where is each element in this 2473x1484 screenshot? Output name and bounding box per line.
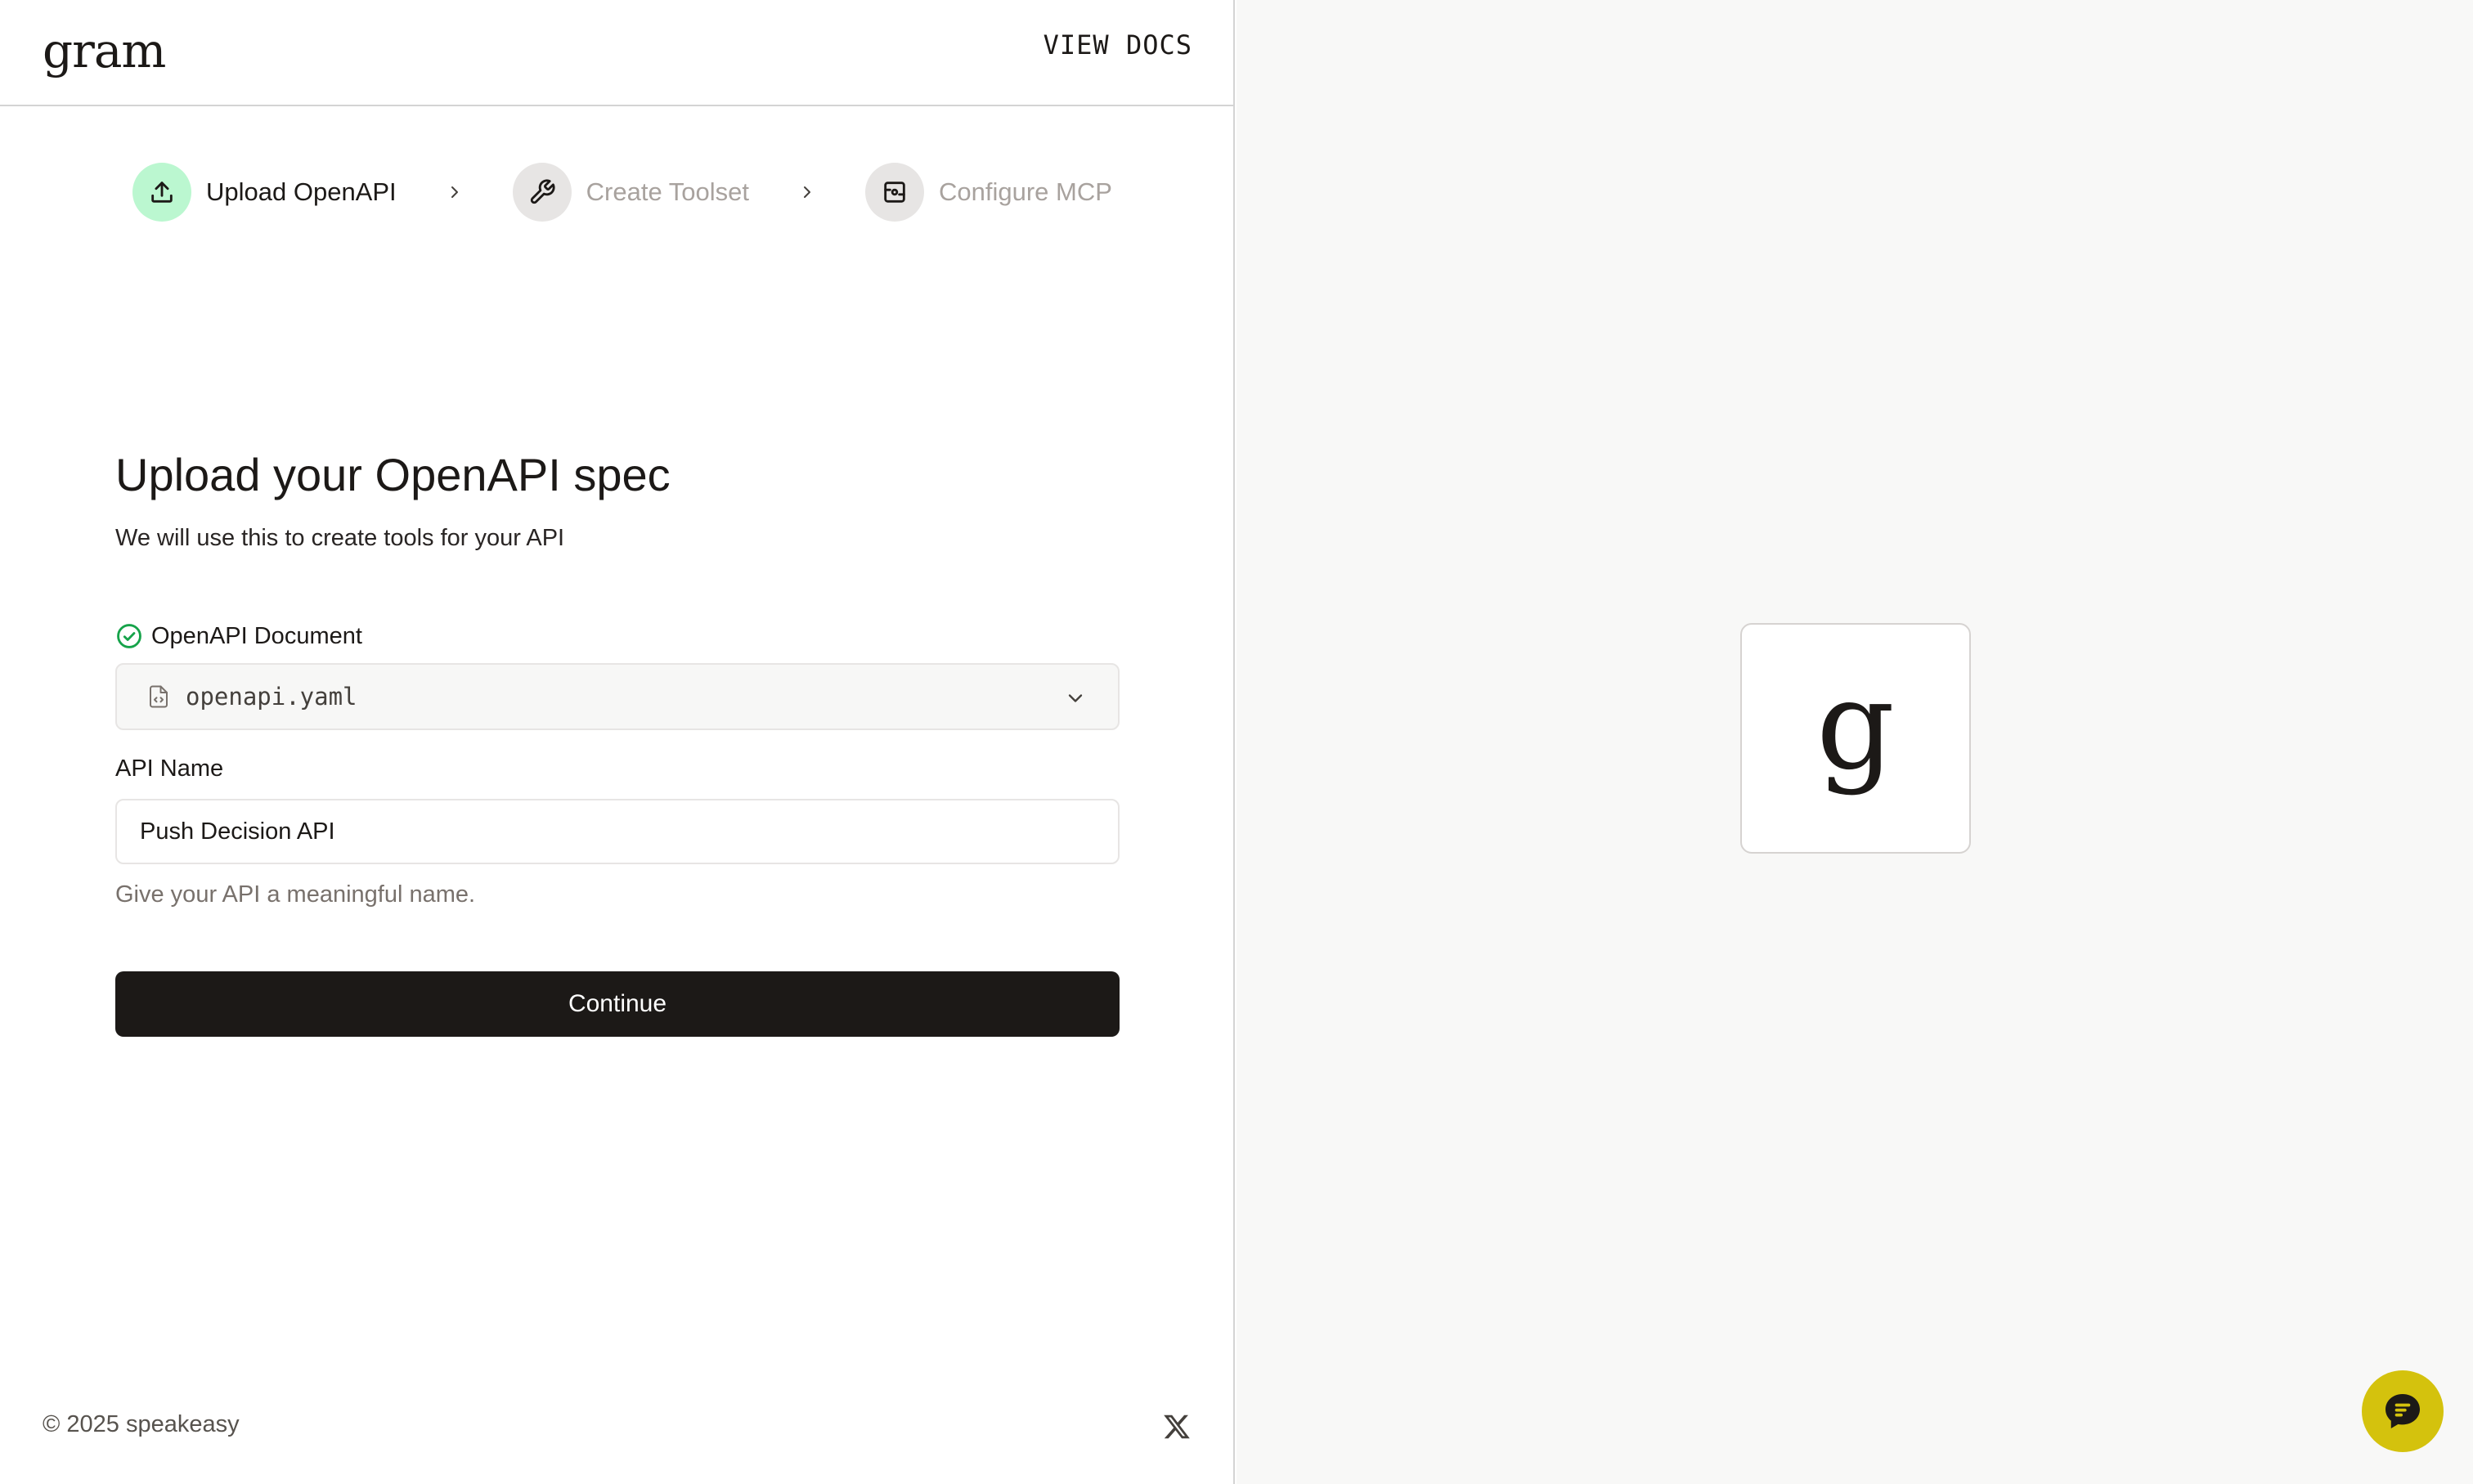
- gram-logo[interactable]: gram: [43, 18, 166, 83]
- api-name-help-text: Give your API a meaningful name.: [115, 881, 476, 908]
- preview-logo-card: g: [1740, 623, 1971, 854]
- chevron-right-icon: [749, 182, 865, 202]
- document-label: OpenAPI Document: [151, 622, 362, 649]
- continue-button[interactable]: Continue: [115, 971, 1120, 1037]
- server-icon: [864, 163, 924, 222]
- step-label: Upload OpenAPI: [206, 177, 397, 206]
- document-select[interactable]: openapi.yaml: [115, 663, 1120, 730]
- step-upload-openapi: Upload OpenAPI: [132, 162, 397, 222]
- footer-copyright: © 2025 speakeasy: [43, 1411, 240, 1437]
- step-create-toolset: Create Toolset: [512, 162, 749, 222]
- document-label-row: OpenAPI Document: [115, 620, 362, 652]
- x-twitter-icon[interactable]: [1161, 1411, 1192, 1442]
- wrench-icon: [512, 163, 572, 222]
- check-circle-icon: [117, 624, 141, 648]
- file-code-icon: [150, 685, 168, 708]
- left-pane: gram VIEW DOCS Upload OpenAPI Create Too…: [0, 0, 1235, 1484]
- chevron-down-icon: [1068, 694, 1083, 702]
- page-title: Upload your OpenAPI spec: [115, 449, 671, 500]
- api-name-label: API Name: [115, 755, 224, 782]
- upload-icon: [132, 163, 191, 222]
- chat-support-button[interactable]: [2362, 1370, 2444, 1452]
- view-docs-link[interactable]: VIEW DOCS: [1044, 29, 1192, 61]
- chevron-right-icon: [397, 182, 513, 202]
- step-label: Create Toolset: [586, 177, 749, 206]
- header: gram VIEW DOCS: [0, 0, 1235, 106]
- chat-icon: [2385, 1394, 2420, 1428]
- gram-logo-mark: g: [1815, 655, 1896, 797]
- api-name-input[interactable]: [115, 799, 1120, 864]
- selected-file-name: openapi.yaml: [186, 683, 357, 711]
- step-configure-mcp: Configure MCP: [864, 162, 1112, 222]
- page-subtitle: We will use this to create tools for you…: [115, 525, 565, 551]
- step-label: Configure MCP: [938, 177, 1112, 206]
- stepper: Upload OpenAPI Create Toolset Configure …: [132, 162, 1112, 222]
